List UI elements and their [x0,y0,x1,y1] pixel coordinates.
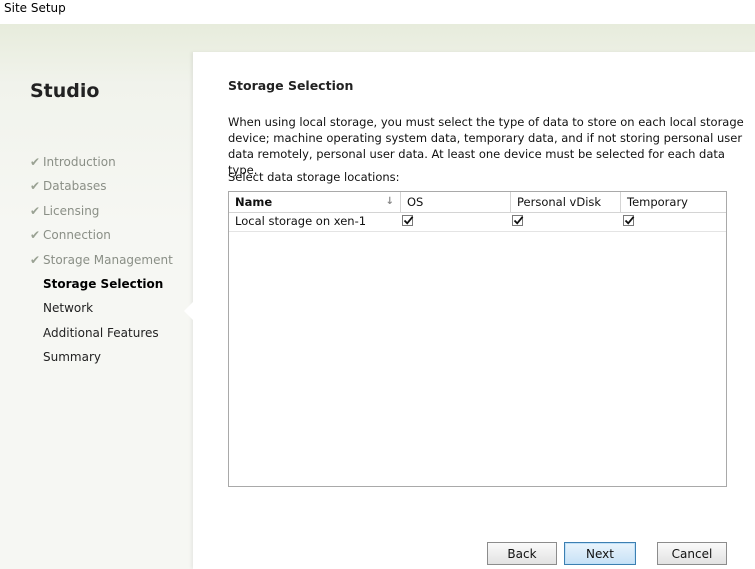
column-header-label: Personal vDisk [517,195,602,209]
step-label: Summary [43,350,101,365]
column-header-label: Name [235,195,273,209]
personal-vdisk-checkbox[interactable] [512,215,524,226]
check-icon: ✔ [30,252,41,267]
step-storage-management: ✔ Storage Management [30,250,173,274]
step-label: Introduction [43,155,116,169]
wizard-steps: ✔ Introduction ✔ Databases ✔ Licensing ✔ Con… [30,152,173,372]
check-icon: ✔ [30,155,41,169]
step-summary: Summary [30,347,173,371]
column-header-os[interactable]: OS [400,192,510,212]
storage-name-cell: Local storage on xen-1 [235,214,367,228]
column-header-label: OS [407,195,424,209]
step-label: Network [43,301,94,316]
check-icon: ✔ [30,203,41,218]
checkmark-icon [624,216,635,225]
grid-header: Name ↓ OS Personal vDisk Temporary [229,192,726,213]
step-network: Network [30,298,173,322]
check-icon: ✔ [30,228,41,243]
step-label: Connection [43,228,111,243]
step-connection: ✔ Connection [30,225,173,249]
step-introduction: ✔ Introduction [30,152,173,176]
step-additional-features: Additional Features [30,323,173,347]
active-step-pointer [184,302,193,320]
column-header-label: Temporary [627,195,688,209]
step-licensing: ✔ Licensing [30,201,173,225]
window-title: Site Setup [4,1,66,15]
temporary-checkbox[interactable] [623,215,635,226]
step-label: Additional Features [43,325,159,340]
next-button[interactable]: Next [564,542,636,565]
wizard-sidebar: Studio ✔ Introduction ✔ Databases ✔ Licensi… [0,24,193,569]
checkmark-icon [403,216,414,225]
brand-title: Studio [30,80,100,102]
step-storage-selection: Storage Selection [30,274,173,298]
page-heading: Storage Selection [228,78,354,93]
storage-grid[interactable]: Name ↓ OS Personal vDisk Temporary Local… [228,191,727,487]
step-label: Databases [43,179,107,194]
column-header-name[interactable]: Name ↓ [229,192,400,212]
step-databases: ✔ Databases [30,176,173,200]
step-label: Storage Selection [43,276,164,291]
step-label: Storage Management [43,252,173,267]
section-label: Select data storage locations: [228,170,400,184]
step-label: Licensing [43,203,100,218]
sort-arrow-icon: ↓ [385,196,394,207]
content-panel: Storage Selection When using local stora… [184,52,755,569]
check-icon: ✔ [30,179,41,194]
title-bar: Site Setup [0,0,755,24]
checkmark-icon [513,216,524,225]
back-button[interactable]: Back [487,542,557,565]
os-checkbox[interactable] [402,215,414,226]
wizard-frame: Studio ✔ Introduction ✔ Databases ✔ Licensi… [0,24,755,569]
page-description: When using local storage, you must selec… [228,115,744,177]
cancel-button[interactable]: Cancel [657,542,727,565]
table-row[interactable]: Local storage on xen-1 [229,212,726,232]
column-header-temporary[interactable]: Temporary [620,192,726,212]
column-header-personal-vdisk[interactable]: Personal vDisk [510,192,620,212]
